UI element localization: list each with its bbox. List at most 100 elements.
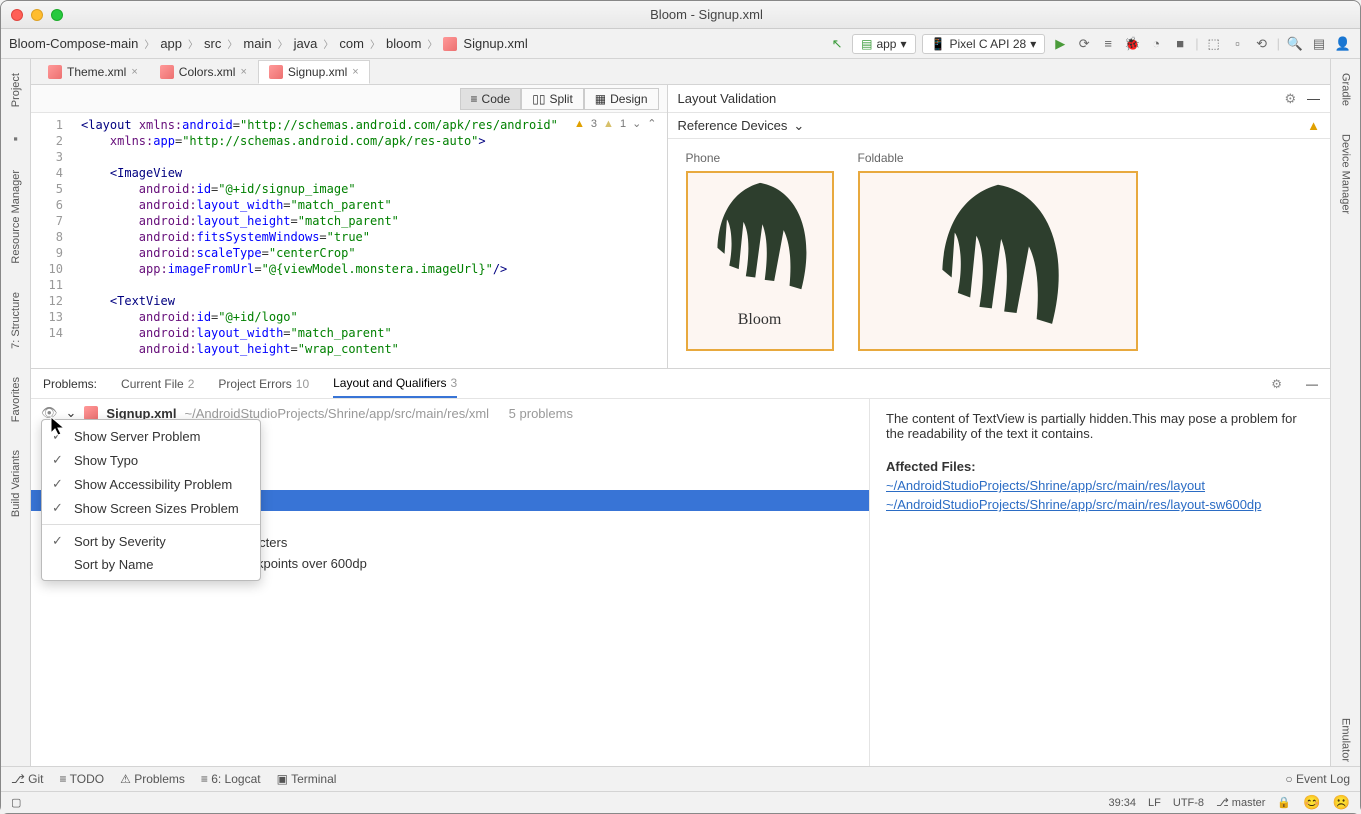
- file-tab-theme[interactable]: Theme.xml×: [37, 60, 149, 84]
- inspection-happy-icon[interactable]: 😊: [1303, 794, 1320, 811]
- terminal-tool[interactable]: ▣ Terminal: [277, 772, 337, 786]
- todo-tool[interactable]: ≡ TODO: [60, 772, 105, 786]
- affected-file-link[interactable]: ~/AndroidStudioProjects/Shrine/app/src/m…: [886, 478, 1314, 493]
- search-icon[interactable]: 🔍: [1286, 35, 1304, 53]
- ctx-menu-item[interactable]: ✓Show Screen Sizes Problem: [42, 496, 260, 520]
- xml-file-icon: [443, 37, 457, 51]
- lock-icon[interactable]: 🔒: [1277, 796, 1291, 809]
- chevron-down-icon[interactable]: ⌄: [793, 118, 804, 134]
- device-preview-foldable[interactable]: [858, 171, 1138, 351]
- ctx-menu-item[interactable]: ✓Sort by Severity: [42, 529, 260, 553]
- brand-text: Bloom: [738, 311, 782, 329]
- reference-devices-label: Reference Devices: [678, 118, 788, 133]
- event-log-tool[interactable]: ○ Event Log: [1285, 772, 1350, 786]
- sidebar-tab-structure[interactable]: 7: Structure: [8, 288, 24, 353]
- sidebar-tab-resource-manager[interactable]: Resource Manager: [8, 166, 24, 268]
- affected-files-label: Affected Files:: [886, 459, 1314, 474]
- leaf-icon: [700, 177, 820, 307]
- layout-validation-title: Layout Validation: [678, 91, 777, 106]
- ptab-layout[interactable]: Layout and Qualifiers3: [333, 370, 457, 398]
- git-tool[interactable]: ⎇ Git: [11, 772, 44, 786]
- ctx-menu-item[interactable]: Sort by Name: [42, 553, 260, 576]
- window-title: Bloom - Signup.xml: [63, 7, 1350, 22]
- sidebar-tab-gradle[interactable]: Gradle: [1338, 69, 1354, 110]
- avd-icon[interactable]: ⬚: [1205, 35, 1223, 53]
- ctx-menu-item[interactable]: ✓Show Server Problem: [42, 424, 260, 448]
- warning-icon: ▲: [574, 118, 585, 130]
- sidebar-tab-favorites[interactable]: Favorites: [8, 373, 24, 426]
- ctx-menu-item[interactable]: ✓Show Accessibility Problem: [42, 472, 260, 496]
- chevron-down-icon[interactable]: ⌄: [632, 117, 641, 130]
- view-mode-design[interactable]: ▦ Design: [584, 88, 659, 110]
- cursor-position[interactable]: 39:34: [1109, 797, 1137, 809]
- leaf-icon: [898, 177, 1098, 347]
- minimize-icon[interactable]: —: [1307, 91, 1320, 106]
- problems-tool[interactable]: ⚠ Problems: [120, 772, 185, 786]
- xml-file-icon: [269, 65, 283, 79]
- close-window-button[interactable]: [11, 9, 23, 21]
- sdk-icon[interactable]: ▫: [1229, 35, 1247, 53]
- view-mode-code[interactable]: ≡ Code: [460, 88, 522, 110]
- file-encoding[interactable]: UTF-8: [1173, 797, 1204, 809]
- filter-context-menu: ✓Show Server Problem✓Show Typo✓Show Acce…: [41, 419, 261, 581]
- stop-button[interactable]: ■: [1171, 35, 1189, 53]
- gear-icon[interactable]: ⚙: [1271, 377, 1282, 391]
- code-editor[interactable]: ▲3 ▲1 ⌄ ⌃ 1234567891011121314 <layout xm…: [31, 113, 667, 368]
- close-icon[interactable]: ×: [131, 66, 137, 78]
- main-toolbar: Bloom-Compose-main〉 app〉 src〉 main〉 java…: [1, 29, 1360, 59]
- affected-file-link[interactable]: ~/AndroidStudioProjects/Shrine/app/src/m…: [886, 497, 1314, 512]
- close-icon[interactable]: ×: [352, 66, 358, 78]
- minimize-window-button[interactable]: [31, 9, 43, 21]
- git-branch[interactable]: ⎇ master: [1216, 796, 1265, 809]
- xml-file-icon: [48, 65, 62, 79]
- line-separator[interactable]: LF: [1148, 797, 1161, 809]
- minimize-icon[interactable]: —: [1306, 377, 1318, 391]
- hammer-icon[interactable]: ↖: [828, 35, 846, 53]
- sidebar-tab-build-variants[interactable]: Build Variants: [8, 446, 24, 521]
- sync-icon[interactable]: ⟲: [1253, 35, 1271, 53]
- device-dropdown[interactable]: 📱Pixel C API 28▾: [922, 34, 1046, 54]
- device-foldable-label: Foldable: [858, 151, 1138, 165]
- folder-icon: ▪: [13, 131, 18, 146]
- problem-detail-text: The content of TextView is partially hid…: [886, 411, 1314, 441]
- xml-file-icon: [160, 65, 174, 79]
- right-tool-gutter: Gradle Device Manager Emulator: [1330, 59, 1360, 766]
- bug-icon[interactable]: 🐞: [1123, 35, 1141, 53]
- file-tabs: Theme.xml× Colors.xml× Signup.xml×: [31, 59, 1330, 85]
- sidebar-tab-device-manager[interactable]: Device Manager: [1338, 130, 1354, 218]
- apply-changes-icon[interactable]: ⟳: [1075, 35, 1093, 53]
- cursor-icon: [49, 415, 69, 439]
- maximize-window-button[interactable]: [51, 9, 63, 21]
- gear-icon[interactable]: ⚙: [1285, 91, 1297, 106]
- sidebar-tab-emulator[interactable]: Emulator: [1338, 714, 1354, 766]
- run-button[interactable]: ▶: [1051, 35, 1069, 53]
- ptab-current-file[interactable]: Current File2: [121, 371, 194, 397]
- titlebar: Bloom - Signup.xml: [1, 1, 1360, 29]
- account-icon[interactable]: 👤: [1334, 35, 1352, 53]
- device-phone-label: Phone: [686, 151, 834, 165]
- status-bar: ▢ 39:34 LF UTF-8 ⎇ master 🔒 😊 ☹️: [1, 791, 1360, 813]
- inspection-sad-icon[interactable]: ☹️: [1333, 794, 1350, 811]
- view-mode-split[interactable]: ▯▯ Split: [521, 88, 584, 110]
- close-icon[interactable]: ×: [240, 66, 246, 78]
- code-content[interactable]: <layout xmlns:android="http://schemas.an…: [71, 113, 667, 368]
- settings-icon[interactable]: ▤: [1310, 35, 1328, 53]
- ptab-project-errors[interactable]: Project Errors10: [218, 371, 309, 397]
- attach-debugger-icon[interactable]: ≡: [1099, 35, 1117, 53]
- device-preview-phone[interactable]: Bloom: [686, 171, 834, 351]
- xml-file-icon: [84, 406, 98, 420]
- inspection-annotations[interactable]: ▲3 ▲1 ⌄ ⌃: [574, 117, 656, 130]
- warning-icon[interactable]: ▲: [1307, 118, 1320, 133]
- run-config-dropdown[interactable]: ▤app▾: [852, 34, 915, 54]
- left-tool-gutter: Project ▪ Resource Manager 7: Structure …: [1, 59, 31, 766]
- chevron-up-icon[interactable]: ⌃: [647, 117, 656, 130]
- file-tab-signup[interactable]: Signup.xml×: [258, 60, 370, 84]
- problems-label: Problems:: [43, 377, 97, 391]
- logcat-tool[interactable]: ≡ 6: Logcat: [201, 772, 261, 786]
- file-tab-colors[interactable]: Colors.xml×: [149, 60, 258, 84]
- sidebar-tab-project[interactable]: Project: [8, 69, 24, 111]
- bottom-tool-bar: ⎇ Git ≡ TODO ⚠ Problems ≡ 6: Logcat ▣ Te…: [1, 766, 1360, 791]
- breadcrumb[interactable]: Bloom-Compose-main〉 app〉 src〉 main〉 java…: [9, 36, 824, 51]
- profiler-icon[interactable]: ◔: [1147, 35, 1165, 53]
- ctx-menu-item[interactable]: ✓Show Typo: [42, 448, 260, 472]
